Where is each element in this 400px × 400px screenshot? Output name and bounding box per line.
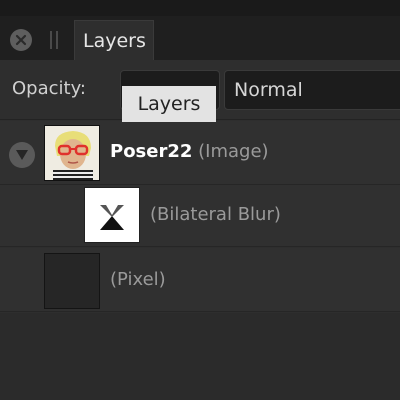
layer-type: (Pixel) bbox=[110, 269, 166, 290]
tab-layers[interactable]: Layers bbox=[74, 20, 154, 60]
layer-name-image: Poser22 (Image) bbox=[110, 141, 269, 162]
layer-thumbnail-photo bbox=[44, 125, 100, 181]
layers-empty-area bbox=[0, 313, 400, 400]
tooltip: Layers bbox=[122, 86, 216, 122]
layer-row-bilateral-blur[interactable]: (Bilateral Blur) bbox=[0, 185, 400, 247]
filter-hourglass-icon bbox=[100, 205, 124, 230]
triangle-down-icon bbox=[16, 150, 28, 160]
layer-thumbnail-filter bbox=[84, 187, 140, 243]
panel-tab-bar: Layers bbox=[0, 0, 400, 60]
layer-name-filter: (Bilateral Blur) bbox=[150, 204, 281, 225]
drag-grip-icon[interactable] bbox=[50, 31, 60, 49]
layer-name-pixel: (Pixel) bbox=[110, 269, 166, 290]
layer-thumbnail-pixel bbox=[44, 253, 100, 309]
layer-row-pixel[interactable]: (Pixel) bbox=[0, 248, 400, 312]
blend-mode-value: Normal bbox=[234, 79, 303, 101]
layer-type: (Image) bbox=[198, 141, 269, 162]
layer-type: (Bilateral Blur) bbox=[150, 204, 281, 225]
layer-title: Poser22 bbox=[110, 141, 193, 162]
tab-strip-top bbox=[0, 0, 400, 16]
close-icon bbox=[15, 34, 27, 46]
tooltip-text: Layers bbox=[137, 93, 201, 115]
portrait-photo-icon bbox=[45, 126, 99, 180]
tab-layers-label: Layers bbox=[83, 29, 146, 52]
opacity-label: Opacity: bbox=[12, 78, 86, 99]
expand-toggle[interactable] bbox=[9, 142, 35, 168]
blend-mode-select[interactable]: Normal bbox=[224, 70, 400, 110]
layer-row-image[interactable]: Poser22 (Image) bbox=[0, 121, 400, 185]
close-panel-button[interactable] bbox=[10, 29, 32, 51]
